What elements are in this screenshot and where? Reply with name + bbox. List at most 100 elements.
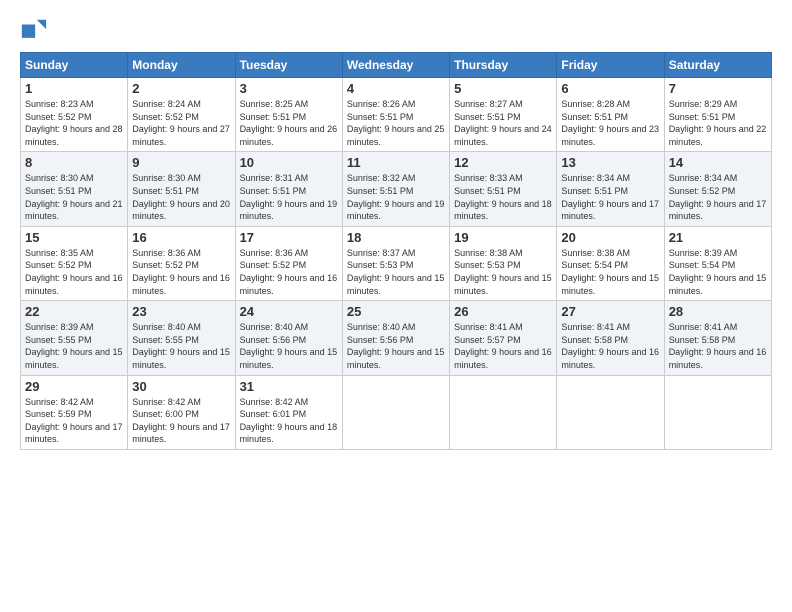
col-header-wednesday: Wednesday [342,53,449,78]
calendar-cell: 22 Sunrise: 8:39 AMSunset: 5:55 PMDayligh… [21,301,128,375]
cell-text: Sunrise: 8:41 AMSunset: 5:57 PMDaylight:… [454,321,552,371]
cell-text: Sunrise: 8:38 AMSunset: 5:53 PMDaylight:… [454,247,552,297]
calendar-cell: 23 Sunrise: 8:40 AMSunset: 5:55 PMDayligh… [128,301,235,375]
header-row: SundayMondayTuesdayWednesdayThursdayFrid… [21,53,772,78]
day-number: 27 [561,304,659,319]
calendar-cell: 15 Sunrise: 8:35 AMSunset: 5:52 PMDayligh… [21,226,128,300]
day-number: 14 [669,155,767,170]
day-number: 4 [347,81,445,96]
calendar-cell: 12 Sunrise: 8:33 AMSunset: 5:51 PMDayligh… [450,152,557,226]
cell-text: Sunrise: 8:41 AMSunset: 5:58 PMDaylight:… [669,321,767,371]
calendar-cell: 31 Sunrise: 8:42 AMSunset: 6:01 PMDayligh… [235,375,342,449]
cell-text: Sunrise: 8:41 AMSunset: 5:58 PMDaylight:… [561,321,659,371]
day-number: 20 [561,230,659,245]
calendar-cell: 14 Sunrise: 8:34 AMSunset: 5:52 PMDayligh… [664,152,771,226]
cell-text: Sunrise: 8:39 AMSunset: 5:54 PMDaylight:… [669,247,767,297]
day-number: 29 [25,379,123,394]
week-row-3: 15 Sunrise: 8:35 AMSunset: 5:52 PMDayligh… [21,226,772,300]
cell-text: Sunrise: 8:30 AMSunset: 5:51 PMDaylight:… [25,172,123,222]
cell-text: Sunrise: 8:40 AMSunset: 5:56 PMDaylight:… [347,321,445,371]
cell-text: Sunrise: 8:25 AMSunset: 5:51 PMDaylight:… [240,98,338,148]
day-number: 22 [25,304,123,319]
calendar-cell: 30 Sunrise: 8:42 AMSunset: 6:00 PMDayligh… [128,375,235,449]
day-number: 6 [561,81,659,96]
week-row-5: 29 Sunrise: 8:42 AMSunset: 5:59 PMDayligh… [21,375,772,449]
cell-text: Sunrise: 8:35 AMSunset: 5:52 PMDaylight:… [25,247,123,297]
col-header-friday: Friday [557,53,664,78]
day-number: 9 [132,155,230,170]
cell-text: Sunrise: 8:34 AMSunset: 5:51 PMDaylight:… [561,172,659,222]
cell-text: Sunrise: 8:36 AMSunset: 5:52 PMDaylight:… [240,247,338,297]
cell-text: Sunrise: 8:33 AMSunset: 5:51 PMDaylight:… [454,172,552,222]
day-number: 10 [240,155,338,170]
day-number: 17 [240,230,338,245]
logo-icon: ◼ [20,16,48,44]
calendar-cell [342,375,449,449]
day-number: 8 [25,155,123,170]
cell-text: Sunrise: 8:28 AMSunset: 5:51 PMDaylight:… [561,98,659,148]
calendar-cell: 18 Sunrise: 8:37 AMSunset: 5:53 PMDayligh… [342,226,449,300]
calendar-cell: 10 Sunrise: 8:31 AMSunset: 5:51 PMDayligh… [235,152,342,226]
col-header-monday: Monday [128,53,235,78]
day-number: 16 [132,230,230,245]
day-number: 2 [132,81,230,96]
cell-text: Sunrise: 8:26 AMSunset: 5:51 PMDaylight:… [347,98,445,148]
calendar-cell: 25 Sunrise: 8:40 AMSunset: 5:56 PMDayligh… [342,301,449,375]
svg-text:◼: ◼ [20,19,37,42]
day-number: 15 [25,230,123,245]
day-number: 31 [240,379,338,394]
cell-text: Sunrise: 8:38 AMSunset: 5:54 PMDaylight:… [561,247,659,297]
cell-text: Sunrise: 8:31 AMSunset: 5:51 PMDaylight:… [240,172,338,222]
col-header-thursday: Thursday [450,53,557,78]
cell-text: Sunrise: 8:42 AMSunset: 6:00 PMDaylight:… [132,396,230,446]
day-number: 5 [454,81,552,96]
calendar-cell: 28 Sunrise: 8:41 AMSunset: 5:58 PMDayligh… [664,301,771,375]
week-row-2: 8 Sunrise: 8:30 AMSunset: 5:51 PMDaylight… [21,152,772,226]
calendar-cell: 16 Sunrise: 8:36 AMSunset: 5:52 PMDayligh… [128,226,235,300]
calendar-cell: 17 Sunrise: 8:36 AMSunset: 5:52 PMDayligh… [235,226,342,300]
cell-text: Sunrise: 8:30 AMSunset: 5:51 PMDaylight:… [132,172,230,222]
day-number: 18 [347,230,445,245]
calendar-table: SundayMondayTuesdayWednesdayThursdayFrid… [20,52,772,450]
calendar-cell: 9 Sunrise: 8:30 AMSunset: 5:51 PMDaylight… [128,152,235,226]
calendar-cell [450,375,557,449]
day-number: 7 [669,81,767,96]
calendar-cell: 27 Sunrise: 8:41 AMSunset: 5:58 PMDayligh… [557,301,664,375]
cell-text: Sunrise: 8:24 AMSunset: 5:52 PMDaylight:… [132,98,230,148]
day-number: 28 [669,304,767,319]
week-row-1: 1Sunrise: 8:23 AMSunset: 5:52 PMDaylight… [21,78,772,152]
calendar-cell: 2 Sunrise: 8:24 AMSunset: 5:52 PMDaylight… [128,78,235,152]
cell-text: Sunrise: 8:23 AMSunset: 5:52 PMDaylight:… [25,98,123,148]
calendar-cell: 26 Sunrise: 8:41 AMSunset: 5:57 PMDayligh… [450,301,557,375]
day-number: 12 [454,155,552,170]
calendar-cell [557,375,664,449]
header: ◼ [20,16,772,44]
calendar-cell: 20 Sunrise: 8:38 AMSunset: 5:54 PMDayligh… [557,226,664,300]
calendar-cell [664,375,771,449]
day-number: 13 [561,155,659,170]
cell-text: Sunrise: 8:40 AMSunset: 5:56 PMDaylight:… [240,321,338,371]
cell-text: Sunrise: 8:42 AMSunset: 5:59 PMDaylight:… [25,396,123,446]
cell-text: Sunrise: 8:36 AMSunset: 5:52 PMDaylight:… [132,247,230,297]
day-number: 19 [454,230,552,245]
cell-text: Sunrise: 8:29 AMSunset: 5:51 PMDaylight:… [669,98,767,148]
day-number: 30 [132,379,230,394]
day-number: 26 [454,304,552,319]
cell-text: Sunrise: 8:39 AMSunset: 5:55 PMDaylight:… [25,321,123,371]
calendar-cell: 4 Sunrise: 8:26 AMSunset: 5:51 PMDaylight… [342,78,449,152]
col-header-saturday: Saturday [664,53,771,78]
col-header-sunday: Sunday [21,53,128,78]
day-number: 3 [240,81,338,96]
day-number: 23 [132,304,230,319]
cell-text: Sunrise: 8:40 AMSunset: 5:55 PMDaylight:… [132,321,230,371]
cell-text: Sunrise: 8:34 AMSunset: 5:52 PMDaylight:… [669,172,767,222]
calendar-cell: 7 Sunrise: 8:29 AMSunset: 5:51 PMDaylight… [664,78,771,152]
calendar-cell: 11Sunrise: 8:32 AMSunset: 5:51 PMDayligh… [342,152,449,226]
day-number: 24 [240,304,338,319]
cell-text: Sunrise: 8:27 AMSunset: 5:51 PMDaylight:… [454,98,552,148]
day-number: 25 [347,304,445,319]
cell-text: Sunrise: 8:42 AMSunset: 6:01 PMDaylight:… [240,396,338,446]
calendar-cell: 5 Sunrise: 8:27 AMSunset: 5:51 PMDaylight… [450,78,557,152]
calendar-cell: 24 Sunrise: 8:40 AMSunset: 5:56 PMDayligh… [235,301,342,375]
cell-text: Sunrise: 8:37 AMSunset: 5:53 PMDaylight:… [347,247,445,297]
